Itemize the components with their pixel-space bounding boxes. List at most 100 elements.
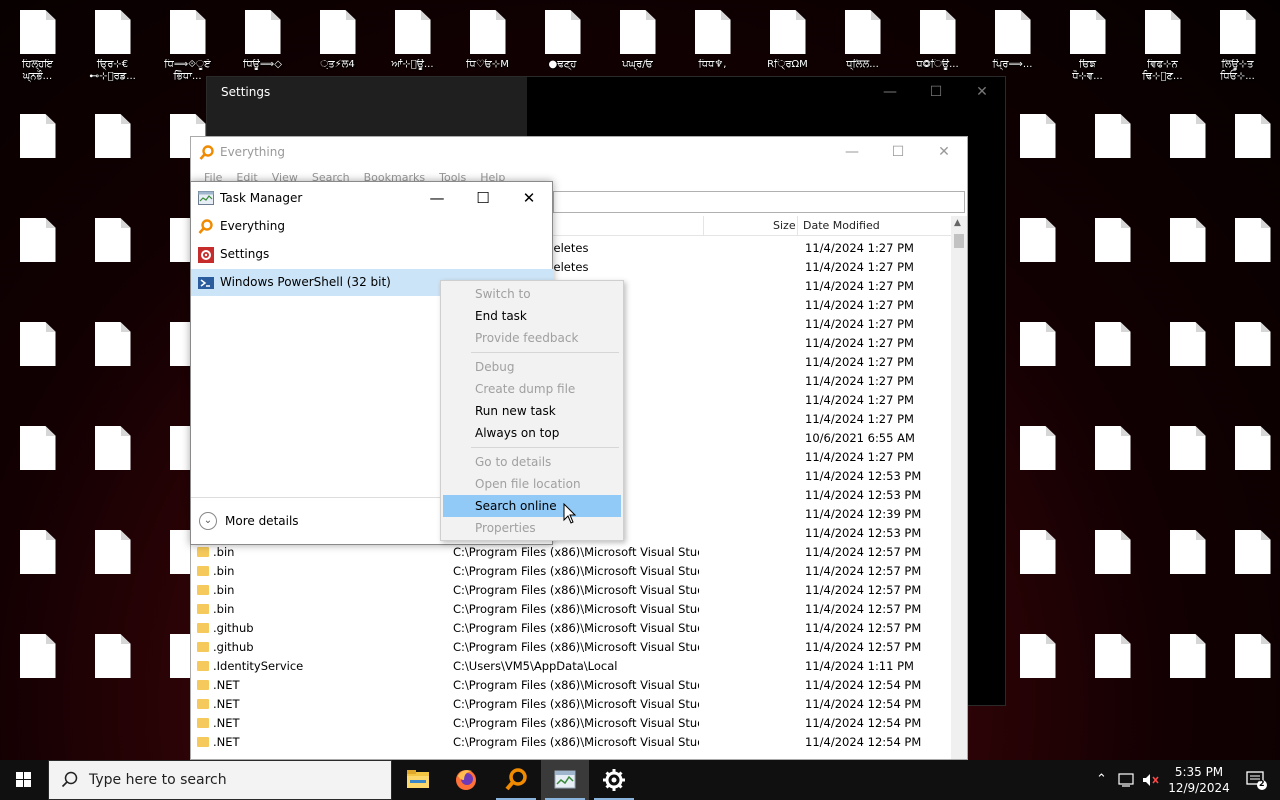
notification-count: 2 (1259, 779, 1265, 788)
document-icon (544, 10, 581, 54)
desktop-file-icon[interactable] (1075, 314, 1150, 414)
scroll-thumb[interactable] (954, 234, 964, 248)
result-row[interactable]: .NET C:\Program Files (x86)\Microsoft Vis… (191, 676, 953, 695)
desktop-file-icon[interactable]: ਓਿਙ ਧੋ⊹ਵ... (1050, 2, 1125, 102)
desktop-file-icon[interactable] (1075, 418, 1150, 518)
everything-search-input[interactable] (553, 191, 965, 213)
result-row[interactable]: .NET C:\Program Files (x86)\Microsoft Vis… (191, 714, 953, 733)
result-row[interactable]: .bin C:\Program Files (x86)\Microsoft Vis… (191, 600, 953, 619)
taskbar-search-box[interactable]: Type here to search (48, 760, 392, 800)
desktop-file-icon[interactable] (1215, 314, 1280, 414)
task-item-label: Settings (220, 247, 270, 261)
tray-chevron-up-icon[interactable]: ⌃ (1096, 772, 1107, 787)
desktop-file-icon[interactable] (1215, 418, 1280, 518)
start-button[interactable] (0, 760, 48, 800)
desktop-file-icon[interactable] (1000, 314, 1075, 414)
desktop-file-icon[interactable] (1150, 106, 1225, 206)
taskbar-everything[interactable] (492, 760, 540, 800)
desktop-file-icon[interactable] (1150, 626, 1225, 726)
result-row[interactable]: .NET C:\Program Files (x86)\Microsoft Vis… (191, 733, 953, 752)
document-icon (769, 10, 806, 54)
desktop-file-icon[interactable] (1150, 418, 1225, 518)
folder-icon (197, 585, 209, 595)
more-details-button[interactable]: ⌄ More details (199, 512, 299, 530)
everything-close-button[interactable]: ✕ (921, 137, 967, 167)
result-row[interactable]: .bin C:\Program Files (x86)\Microsoft Vis… (191, 581, 953, 600)
volume-muted-icon[interactable] (1142, 772, 1160, 788)
desktop-file-icon[interactable] (1000, 106, 1075, 206)
menu-item-search-online[interactable]: Search online (443, 495, 621, 517)
document-icon (1219, 10, 1256, 54)
desktop-file-icon[interactable] (1215, 626, 1280, 726)
document-icon (19, 218, 56, 262)
desktop-file-icon[interactable] (75, 106, 150, 206)
desktop-file-icon[interactable] (1075, 106, 1150, 206)
desktop-file-icon[interactable] (75, 522, 150, 622)
desktop-file-icon[interactable] (1150, 210, 1225, 310)
result-row[interactable]: .github C:\Program Files (x86)\Microsoft … (191, 638, 953, 657)
result-row[interactable]: .IdentityService C:\Users\VM5\AppData\Loc… (191, 657, 953, 676)
desktop-file-icon[interactable] (0, 522, 75, 622)
desktop-file-icon[interactable] (1075, 626, 1150, 726)
desktop-file-icon[interactable] (0, 210, 75, 310)
desktop-file-icon[interactable] (1075, 522, 1150, 622)
task-manager-close-button[interactable]: ✕ (506, 182, 552, 214)
desktop-file-icon[interactable] (1000, 522, 1075, 622)
vertical-scrollbar[interactable]: ▲ (951, 216, 967, 759)
desktop-file-icon[interactable] (0, 314, 75, 414)
scroll-up-icon[interactable]: ▲ (954, 218, 961, 228)
desktop-file-icon[interactable] (0, 626, 75, 726)
desktop-file-icon[interactable] (1075, 210, 1150, 310)
settings-minimize-button[interactable]: — (867, 77, 913, 107)
notification-center-button[interactable]: 2 (1246, 770, 1268, 790)
settings-close-button[interactable]: ✕ (959, 77, 1005, 107)
taskbar-clock[interactable]: 5:35 PM 12/9/2024 (1166, 764, 1232, 796)
desktop-file-label: ਹਿਲ੍ਹ​ਇ ਘ੍ਨਭੌ... (22, 59, 53, 82)
desktop-file-icon[interactable] (75, 314, 150, 414)
desktop-file-icon[interactable] (1215, 210, 1280, 310)
desktop-file-icon[interactable] (0, 418, 75, 518)
document-icon (994, 10, 1031, 54)
taskbar-file-explorer[interactable] (394, 760, 442, 800)
desktop-file-icon[interactable] (1000, 418, 1075, 518)
menu-item-end-task[interactable]: End task (443, 305, 621, 327)
taskbar-settings[interactable] (590, 760, 638, 800)
desktop-file-icon[interactable] (1000, 626, 1075, 726)
task-item-settings[interactable]: Settings (191, 241, 554, 268)
desktop-file-icon[interactable] (75, 626, 150, 726)
result-path: C:\Program Files (x86)\Microsoft Visual … (453, 678, 699, 692)
result-row[interactable]: .bin C:\Program Files (x86)\Microsoft Vis… (191, 562, 953, 581)
task-manager-minimize-button[interactable]: — (414, 182, 460, 214)
everything-minimize-button[interactable]: — (829, 137, 875, 167)
desktop-file-icon[interactable] (1150, 522, 1225, 622)
desktop-file-icon[interactable] (1000, 210, 1075, 310)
desktop-file-icon[interactable] (0, 106, 75, 206)
menu-item-always-on-top[interactable]: Always on top (443, 422, 621, 444)
task-item-everything[interactable]: Everything (191, 213, 554, 240)
result-row[interactable]: .bin C:\Program Files (x86)\Microsoft Vis… (191, 543, 953, 562)
network-icon[interactable] (1118, 772, 1136, 788)
desktop-file-icon[interactable] (1215, 522, 1280, 622)
result-path: C:\Program Files (x86)\Microsoft Visual … (453, 697, 699, 711)
taskbar-task-manager[interactable] (541, 760, 589, 800)
menu-item-run-new-task[interactable]: Run new task (443, 400, 621, 422)
result-row[interactable]: .github C:\Program Files (x86)\Microsoft … (191, 619, 953, 638)
settings-maximize-button[interactable]: ☐ (913, 77, 959, 107)
column-date-modified[interactable]: Date Modified (803, 219, 880, 232)
desktop-file-icon[interactable] (75, 210, 150, 310)
desktop-file-icon[interactable] (1150, 314, 1225, 414)
task-manager-maximize-button[interactable]: ☐ (460, 182, 506, 214)
column-size[interactable]: Size (773, 219, 796, 232)
task-manager-icon (198, 191, 214, 205)
desktop-file-icon[interactable]: ਵਿਫ⊹ਨ ਢਿ⊹ੱਣ... (1125, 2, 1200, 102)
desktop-file-icon[interactable]: ਲਿਊ⊹ਤ ਧਿਓ⊹... (1200, 2, 1275, 102)
desktop-file-label: ਓ੍ਰਿ⊹€ ⊷⊹੍ਰਡ... (89, 59, 136, 82)
taskbar-firefox[interactable] (442, 760, 490, 800)
taskbar-search-placeholder: Type here to search (89, 772, 227, 788)
desktop-file-icon[interactable]: ਓ੍ਰਿ⊹€ ⊷⊹੍ਰਡ... (75, 2, 150, 102)
desktop-file-icon[interactable] (75, 418, 150, 518)
everything-maximize-button[interactable]: ☐ (875, 137, 921, 167)
desktop-file-icon[interactable] (1215, 106, 1280, 206)
result-row[interactable]: .NET C:\Program Files (x86)\Microsoft Vis… (191, 695, 953, 714)
desktop-file-icon[interactable]: ਹਿਲ੍ਹ​ਇ ਘ੍ਨਭੌ... (0, 2, 75, 102)
